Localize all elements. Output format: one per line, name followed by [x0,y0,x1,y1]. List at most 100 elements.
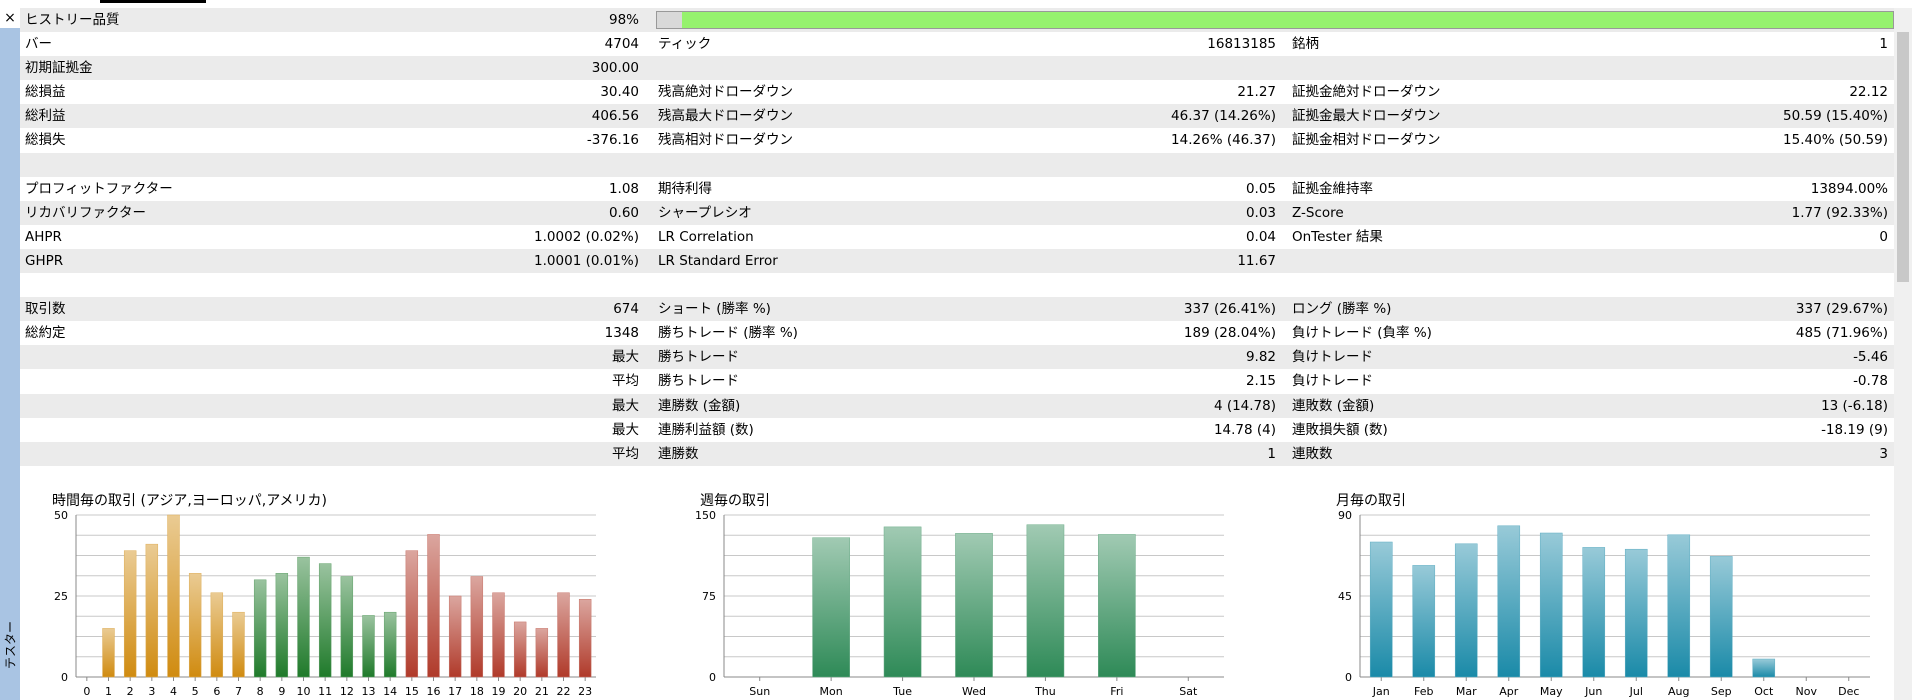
metric-value: 1.0002 (0.02%) [534,228,639,245]
metric-value: 平均 [612,373,639,390]
bar-17 [448,595,462,678]
tester-sidebar: × テスター [0,8,20,700]
report-row: 総利益 406.56 残高最大ドローダウン 46.37 (14.26%) 証拠金最大ドロ… [20,104,1894,129]
close-icon[interactable]: × [0,8,20,28]
metric-label: 連敗数 (金額) [1292,397,1375,414]
metric-value: 30.40 [600,84,639,101]
bar-Apr [1497,525,1521,678]
metric-label: 負けトレード [1292,373,1373,390]
hourly-trades-svg: 025500 1 2 3 4 5 6 7 8 9 10 11 12 13 14 15 16 17 18 19 20 21 2… [54,509,596,698]
x-tick-label: 15 [405,685,419,698]
x-tick-label: 2 [127,685,134,698]
report-row: AHPR 1.0002 (0.02%) LR Correlation 0.04 OnTe… [20,225,1894,249]
x-tick-label: Sun [749,685,770,698]
metric-value: 0.60 [608,204,639,221]
x-tick-label: 21 [535,685,549,698]
tester-side-label: テスター [0,590,20,700]
metric-value: 21.27 [1237,84,1276,101]
bar-1 [102,628,115,678]
scrollbar-thumb[interactable] [1897,32,1909,282]
metric-label: 残高相対ドローダウン [658,132,793,149]
report-row: 総損失 -376.16 残高相対ドローダウン 14.26% (46.37) 証拠金相対ド… [20,128,1894,152]
report-row: 平均 勝ちトレード 2.15 負けトレード -0.78 [20,369,1894,393]
x-tick-label: Thu [1034,685,1056,698]
x-tick-label: 1 [105,685,112,698]
metric-label: プロフィットファクター [25,180,173,197]
active-tab-indicator[interactable] [100,0,206,3]
metric-label: 連勝利益額 (数) [658,421,754,438]
bar-2 [123,550,137,678]
y-tick-label: 150 [695,509,716,522]
x-tick-label: Fri [1110,685,1123,698]
metric-label: ロング (勝率 %) [1292,301,1392,318]
metric-label: LR Standard Error [658,252,778,269]
history-quality-bar [656,11,1894,29]
bar-6 [210,592,224,678]
metric-label: 総損失 [25,132,66,149]
report-row: GHPR 1.0001 (0.01%) LR Standard Error 11.67 [20,248,1894,274]
x-tick-label: Jul [1629,685,1643,698]
bar-Oct [1752,658,1776,678]
x-tick-label: Jun [1584,685,1602,698]
report-row: プロフィットファクター 1.08 期待利得 0.05 証拠金維持率 13894.00% [20,177,1894,201]
monthly-trades-chart: 月毎の取引 0 45 90 Jan Feb Mar Apr May Jun Jul Aug Sep Oc… [1336,490,1876,700]
bar-10 [297,556,310,678]
metric-value: 1348 [604,325,639,342]
metric-label: 連敗損失額 (数) [1292,421,1388,438]
bar-15 [405,550,419,678]
x-tick-label: Dec [1838,685,1859,698]
x-tick-label: 10 [297,685,311,698]
bar-Jul [1624,548,1648,678]
report-row [20,273,1894,297]
metric-label: ショート (勝率 %) [658,301,771,318]
metric-value: 674 [613,301,639,318]
metric-value: 0 [1879,228,1888,245]
metric-value: 最大 [612,397,639,414]
metric-value: 46.37 (14.26%) [1171,108,1276,125]
metric-label: OnTester 結果 [1292,228,1383,245]
bar-Tue [883,526,922,678]
x-tick-label: Apr [1499,685,1519,698]
x-tick-label: 20 [513,685,527,698]
x-tick-label: Jan [1372,685,1390,698]
bar-11 [318,563,332,678]
report-row: 初期証拠金 300.00 [20,56,1894,81]
report-row: 取引数 674 ショート (勝率 %) 337 (26.41%) ロング (勝率 %) 3… [20,297,1894,322]
y-tick-label: 0 [61,671,68,684]
x-tick-label: 17 [448,685,462,698]
bar-Jan [1369,541,1393,678]
vertical-scrollbar[interactable] [1894,8,1912,700]
metric-value: 3 [1879,445,1888,462]
bar-14 [383,611,397,678]
metric-label: ヒストリー品質 [25,12,120,28]
monthly-trades-svg: 0 45 90 Jan Feb Mar Apr May Jun Jul Aug Sep Oct Nov De… [1338,509,1870,698]
report-row: バー 4704 ティック 16813185 銘柄 1 [20,32,1894,56]
metric-label: 期待利得 [658,180,712,197]
tab-strip [0,0,1912,8]
y-tick-label: 90 [1338,509,1352,522]
bar-16 [427,534,440,678]
bar-8 [253,579,267,678]
bar-Jun [1582,547,1606,678]
metric-value: 4704 [604,36,639,53]
report-row: 最大 連勝利益額 (数) 14.78 (4) 連敗損失額 (数) -18.19 (9) [20,418,1894,442]
bar-13 [362,615,375,678]
metric-value: 9.82 [1245,349,1276,366]
x-tick-label: Oct [1754,685,1774,698]
metric-value: -18.19 (9) [1821,421,1888,438]
metric-label: 取引数 [25,301,66,318]
metric-label: 証拠金絶対ドローダウン [1292,84,1441,101]
x-tick-label: 5 [192,685,199,698]
report-row: 最大 連勝数 (金額) 4 (14.78) 連敗数 (金額) 13 (-6.18) [20,393,1894,418]
bar-21 [535,628,549,678]
x-tick-label: 19 [492,685,506,698]
metric-label: LR Correlation [658,228,754,245]
metric-value: 最大 [612,349,639,366]
hourly-trades-chart: 時間毎の取引 (アジア,ヨーロッパ,アメリカ) 0 25 50 0 1 2 3 4 5 6 7 8 9 1… [52,490,612,700]
x-tick-label: Aug [1668,685,1689,698]
x-tick-label: Tue [892,685,912,698]
metric-label: バー [25,36,52,53]
metric-value: 22.12 [1849,84,1888,101]
x-tick-label: 23 [578,685,592,698]
metric-value: 0.04 [1245,228,1276,245]
